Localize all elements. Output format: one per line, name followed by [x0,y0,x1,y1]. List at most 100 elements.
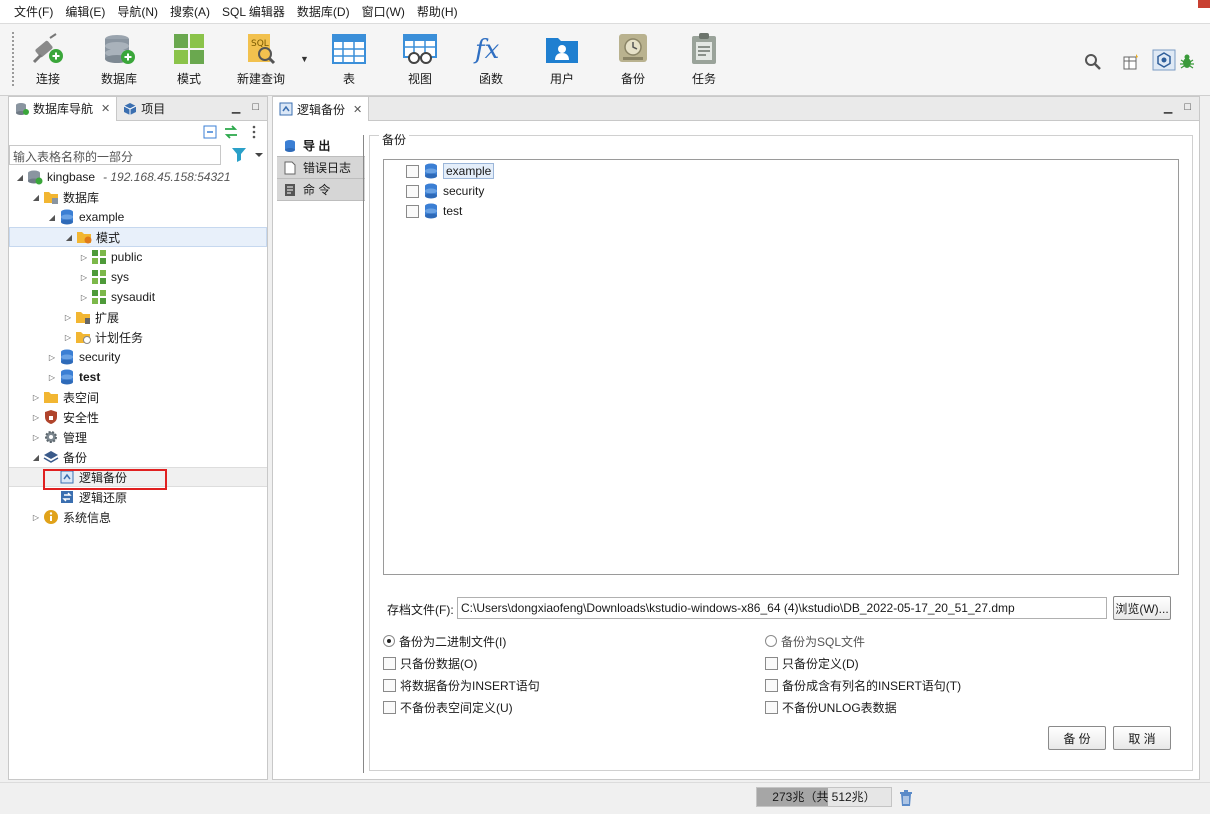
checkbox-insert-columns[interactable] [765,678,778,692]
tree-node-sysaudit[interactable]: ▷ sysaudit [9,287,267,307]
database-item-test[interactable]: test [406,202,462,220]
option-data-only[interactable]: 只备份数据(O) [383,655,477,671]
database-item-example[interactable]: example [406,162,495,180]
memory-indicator[interactable]: 273兆（共 512兆） [756,787,892,807]
database-button[interactable]: 数据库 [88,32,150,90]
checkbox-data-only[interactable] [383,656,396,670]
collapse-arrow-icon[interactable]: ▷ [31,513,41,522]
collapse-arrow-icon[interactable]: ▷ [79,293,89,302]
database-checkbox[interactable] [406,164,419,178]
collapse-arrow-icon[interactable]: ▷ [79,253,89,262]
tab-command[interactable]: 命 令 [277,179,365,201]
tree-node-test-db[interactable]: ▷ test [9,367,267,387]
option-binary-file[interactable]: 备份为二进制文件(I) [383,633,506,649]
tree-node-public[interactable]: ▷ public [9,247,267,267]
maximize-icon[interactable]: □ [252,101,259,114]
tree-node-schemas[interactable]: ◢ 模式 [9,227,267,247]
menu-help[interactable]: 帮助(H) [411,0,464,24]
database-checkbox[interactable] [406,184,419,198]
cancel-button[interactable]: 取 消 [1113,726,1171,750]
table-filter-input[interactable]: 输入表格名称的一部分 [9,145,221,165]
perspective-open-icon[interactable] [1122,50,1142,74]
collapse-arrow-icon[interactable]: ▷ [31,393,41,402]
link-editor-icon[interactable] [223,125,239,139]
checkbox-no-tablespace[interactable] [383,700,396,714]
new-query-button[interactable]: SQL 新建查询 [230,32,292,90]
garbage-collect-icon[interactable] [898,789,914,810]
minimize-icon[interactable]: ▁ [232,101,240,114]
backup-button[interactable]: 备份 [602,32,664,90]
tree-node-sys[interactable]: ▷ sys [9,267,267,287]
tree-node-extensions[interactable]: ▷ 扩展 [9,307,267,327]
expand-arrow-icon[interactable]: ◢ [15,173,25,182]
menu-search[interactable]: 搜索(A) [164,0,216,24]
expand-arrow-icon[interactable]: ◢ [64,233,74,242]
menu-edit[interactable]: 编辑(E) [59,0,111,24]
expand-arrow-icon[interactable]: ◢ [47,213,57,222]
window-close-button[interactable] [1198,0,1210,8]
minimize-icon[interactable]: ▁ [1164,101,1172,114]
expand-arrow-icon[interactable]: ◢ [31,453,41,462]
backup-submit-button[interactable]: 备 份 [1048,726,1106,750]
tab-project[interactable]: 项目 [117,97,171,121]
tree-node-example[interactable]: ◢ example [9,207,267,227]
collapse-arrow-icon[interactable]: ▷ [31,433,41,442]
menu-file[interactable]: 文件(F) [8,0,59,24]
collapse-arrow-icon[interactable]: ▷ [79,273,89,282]
new-query-dropdown-icon[interactable]: ▼ [300,54,309,64]
close-icon[interactable]: ✕ [101,102,110,115]
menu-navigate[interactable]: 导航(N) [111,0,164,24]
tree-node-management[interactable]: ▷ 管理 [9,427,267,447]
checkbox-no-unlog[interactable] [765,700,778,714]
filter-icon[interactable] [231,147,263,166]
connect-button[interactable]: 连接 [17,32,79,90]
checkbox-schema-only[interactable] [765,656,778,670]
maximize-icon[interactable]: □ [1184,101,1191,114]
tab-logical-backup[interactable]: 逻辑备份 ✕ [273,97,370,121]
user-button[interactable]: 用户 [531,32,593,90]
task-button[interactable]: 任务 [673,32,735,90]
database-perspective-icon[interactable] [1152,48,1176,72]
tree-node-tablespaces[interactable]: ▷ 表空间 [9,387,267,407]
collapse-all-icon[interactable] [203,125,217,139]
tab-database-navigator[interactable]: 数据库导航 ✕ [9,96,118,121]
option-no-tablespace[interactable]: 不备份表空间定义(U) [383,699,513,715]
database-checkbox[interactable] [406,204,419,218]
option-sql-file[interactable]: 备份为SQL文件 [765,633,865,649]
tree-node-security-db[interactable]: ▷ security [9,347,267,367]
tree-node-kingbase[interactable]: ◢ kingbase - 192.168.45.158:54321 [9,167,267,187]
view-button[interactable]: 视图 [389,32,451,90]
collapse-arrow-icon[interactable]: ▷ [47,373,57,382]
collapse-arrow-icon[interactable]: ▷ [47,353,57,362]
tree-node-logical-restore[interactable]: 逻辑还原 [9,487,267,507]
option-no-unlog[interactable]: 不备份UNLOG表数据 [765,699,897,715]
collapse-arrow-icon[interactable]: ▷ [63,333,73,342]
menu-database[interactable]: 数据库(D) [291,0,356,24]
tree-node-security[interactable]: ▷ 安全性 [9,407,267,427]
schema-button[interactable]: 模式 [158,32,220,90]
menu-sql-editor[interactable]: SQL 编辑器 [216,0,291,24]
option-insert-with-columns[interactable]: 备份成含有列名的INSERT语句(T) [765,677,961,693]
radio-sql[interactable] [765,635,777,647]
collapse-arrow-icon[interactable]: ▷ [63,313,73,322]
tree-node-databases[interactable]: ◢ 数据库 [9,187,267,207]
debug-bug-icon[interactable] [1178,50,1196,74]
close-icon[interactable]: ✕ [353,103,362,116]
table-button[interactable]: 表 [318,32,380,90]
view-menu-icon[interactable] [251,125,257,139]
option-insert-statements[interactable]: 将数据备份为INSERT语句 [383,677,540,693]
menu-window[interactable]: 窗口(W) [356,0,411,24]
function-button[interactable]: fx 函数 [460,32,522,90]
database-item-security[interactable]: security [406,182,484,200]
tab-export[interactable]: 导 出 [277,135,365,157]
archive-file-input[interactable]: C:\Users\dongxiaofeng\Downloads\kstudio-… [457,597,1107,619]
tree-node-backup[interactable]: ◢ 备份 [9,447,267,467]
tab-error-log[interactable]: 错误日志 [277,157,365,179]
checkbox-insert[interactable] [383,678,396,692]
expand-arrow-icon[interactable]: ◢ [31,193,41,202]
collapse-arrow-icon[interactable]: ▷ [31,413,41,422]
browse-button[interactable]: 浏览(W)... [1113,596,1171,620]
option-schema-only[interactable]: 只备份定义(D) [765,655,859,671]
search-icon[interactable] [1084,50,1102,74]
tree-node-scheduled-tasks[interactable]: ▷ 计划任务 [9,327,267,347]
